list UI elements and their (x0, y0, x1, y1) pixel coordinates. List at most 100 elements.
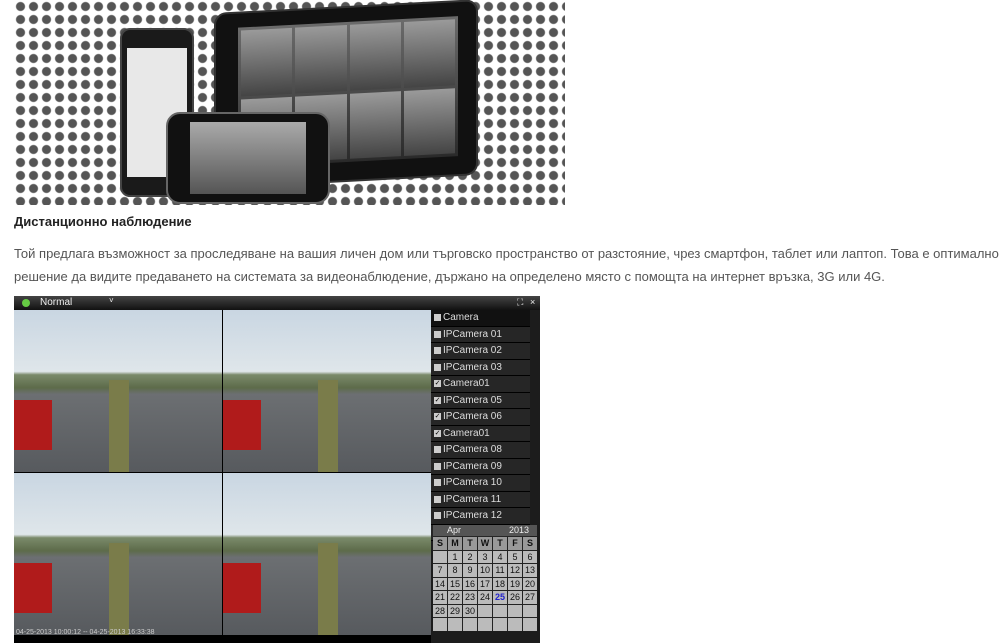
checkbox[interactable] (434, 512, 441, 520)
weekday-header: T (463, 537, 477, 550)
checkbox[interactable] (434, 462, 441, 470)
calendar-day[interactable]: 5 (508, 550, 522, 563)
camera-list-panel: Camera IPCamera 01 IPCamera 02 IPCamera 03 ✓… (431, 310, 540, 643)
camera-label: IPCamera 08 (443, 444, 502, 456)
weekday-header: S (433, 537, 447, 550)
weekday-header: F (508, 537, 522, 550)
calendar-day[interactable]: 27 (523, 591, 537, 604)
status-indicator-icon (22, 299, 30, 307)
checkbox[interactable]: ✓ (434, 429, 441, 437)
camera-list-item[interactable]: ✓ Camera01 (431, 376, 530, 393)
weekday-header: W (478, 537, 492, 550)
calendar-day[interactable]: 14 (433, 577, 447, 590)
month-label: Apr (447, 525, 462, 535)
checkbox[interactable] (434, 330, 441, 338)
section-body: Той предлага възможност за проследяване … (14, 246, 999, 284)
camera-list-item[interactable]: IPCamera 08 (431, 442, 530, 459)
mode-label: Normal (40, 297, 73, 308)
camera-feed (14, 310, 222, 472)
checkbox[interactable] (434, 314, 441, 322)
camera-list-item[interactable]: IPCamera 03 (431, 359, 530, 376)
calendar-day[interactable]: 26 (508, 591, 522, 604)
camera-list-item[interactable]: IPCamera 09 (431, 458, 530, 475)
camera-feed (14, 473, 222, 635)
calendar-day (433, 550, 447, 563)
calendar-day (508, 618, 522, 631)
calendar-day[interactable]: 2 (463, 550, 477, 563)
calendar-day (478, 604, 492, 617)
camera-label: IPCamera 02 (443, 345, 502, 357)
weekday-header: M (448, 537, 462, 550)
calendar-day[interactable]: 28 (433, 604, 447, 617)
calendar-day (493, 604, 507, 617)
calendar-day (493, 618, 507, 631)
camera-label: IPCamera 06 (443, 411, 502, 423)
calendar-day[interactable]: 9 (463, 564, 477, 577)
camera-list-item[interactable]: ✓ IPCamera 06 (431, 409, 530, 426)
calendar-day[interactable]: 16 (463, 577, 477, 590)
checkbox[interactable] (434, 363, 441, 371)
calendar-day[interactable]: 7 (433, 564, 447, 577)
checkbox[interactable]: ✓ (434, 396, 441, 404)
camera-label: Camera01 (443, 378, 490, 390)
calendar-day (523, 618, 537, 631)
camera-list-item[interactable]: Camera (431, 310, 530, 327)
camera-list-item[interactable]: IPCamera 02 (431, 343, 530, 360)
hero-devices-image (14, 0, 565, 205)
calendar-day (433, 618, 447, 631)
camera-label: Camera01 (443, 427, 490, 439)
phone-landscape-image (166, 112, 330, 204)
calendar-day[interactable]: 20 (523, 577, 537, 590)
camera-list-item[interactable]: IPCamera 12 (431, 508, 530, 525)
calendar-day[interactable]: 23 (463, 591, 477, 604)
calendar-day[interactable]: 30 (463, 604, 477, 617)
checkbox[interactable]: ✓ (434, 380, 441, 388)
calendar-day[interactable]: 15 (448, 577, 462, 590)
checkbox[interactable] (434, 446, 441, 454)
calendar-day[interactable]: 12 (508, 564, 522, 577)
calendar-nav: Apr 2013 (433, 525, 537, 536)
camera-feed (223, 310, 431, 472)
camera-label: IPCamera 11 (443, 493, 502, 505)
camera-label: IPCamera 05 (443, 394, 502, 406)
checkbox[interactable]: ✓ (434, 413, 441, 421)
checkbox[interactable] (434, 347, 441, 355)
camera-list-item[interactable]: ✓ IPCamera 05 (431, 392, 530, 409)
weekday-header: S (523, 537, 537, 550)
camera-list-item[interactable]: ✓ Camera01 (431, 425, 530, 442)
calendar-day (448, 618, 462, 631)
camera-list-item[interactable]: IPCamera 10 (431, 475, 530, 492)
calendar-day[interactable]: 4 (493, 550, 507, 563)
calendar-day[interactable]: 25 (493, 591, 507, 604)
chevron-down-icon: ˅ (109, 296, 114, 305)
camera-label: IPCamera 03 (443, 361, 502, 373)
fullscreen-icon: ⛶ (517, 297, 524, 307)
calendar-day[interactable]: 21 (433, 591, 447, 604)
calendar-day[interactable]: 13 (523, 564, 537, 577)
dvr-toolbar: Normal ˅ ⛶ × (14, 296, 540, 310)
calendar-day[interactable]: 19 (508, 577, 522, 590)
dvr-playback-screenshot: Normal ˅ ⛶ × Camera IPCamera 01 IPCamera 0… (14, 296, 540, 643)
calendar-day[interactable]: 18 (493, 577, 507, 590)
camera-label: IPCamera 09 (443, 460, 502, 472)
weekday-header: T (493, 537, 507, 550)
calendar-day[interactable]: 22 (448, 591, 462, 604)
calendar-day[interactable]: 29 (448, 604, 462, 617)
calendar-day[interactable]: 8 (448, 564, 462, 577)
calendar-day[interactable]: 6 (523, 550, 537, 563)
year-label: 2013 (508, 525, 529, 535)
time-range: 04-25-2013 10:00:12 -- 04-25-2013 16:33:… (16, 629, 155, 636)
calendar-day[interactable]: 10 (478, 564, 492, 577)
calendar-day (523, 604, 537, 617)
camera-list-item[interactable]: IPCamera 11 (431, 491, 530, 508)
calendar-day[interactable]: 17 (478, 577, 492, 590)
close-icon: × (530, 297, 536, 307)
calendar-day[interactable]: 3 (478, 550, 492, 563)
calendar-day[interactable]: 24 (478, 591, 492, 604)
calendar-day[interactable]: 1 (448, 550, 462, 563)
checkbox[interactable] (434, 479, 441, 487)
calendar-grid: S M T W T F S 1 2 3 4 5 6 7 8 9 10 11 12 13 14 15 16 17 18 19 20 21… (433, 537, 537, 631)
camera-list-item[interactable]: IPCamera 01 (431, 326, 530, 343)
checkbox[interactable] (434, 495, 441, 503)
calendar-day[interactable]: 11 (493, 564, 507, 577)
